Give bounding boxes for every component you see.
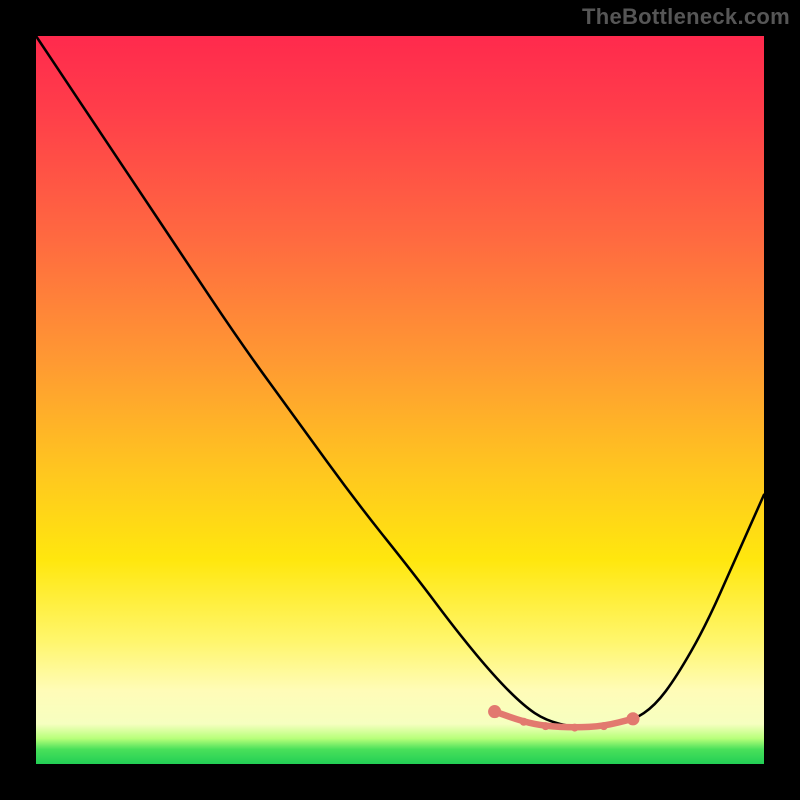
chart-svg xyxy=(36,36,764,764)
trough-marker-dot xyxy=(542,722,550,730)
trough-marker-dot xyxy=(571,724,579,732)
bottleneck-curve-line xyxy=(36,36,764,728)
trough-marker-dot xyxy=(600,722,608,730)
watermark-text: TheBottleneck.com xyxy=(582,4,790,30)
chart-plot-area xyxy=(36,36,764,764)
trough-marker-dot xyxy=(488,705,501,718)
trough-marker-dot xyxy=(626,712,639,725)
trough-marker-dot xyxy=(520,718,528,726)
bottleneck-trough-highlight xyxy=(495,712,633,728)
